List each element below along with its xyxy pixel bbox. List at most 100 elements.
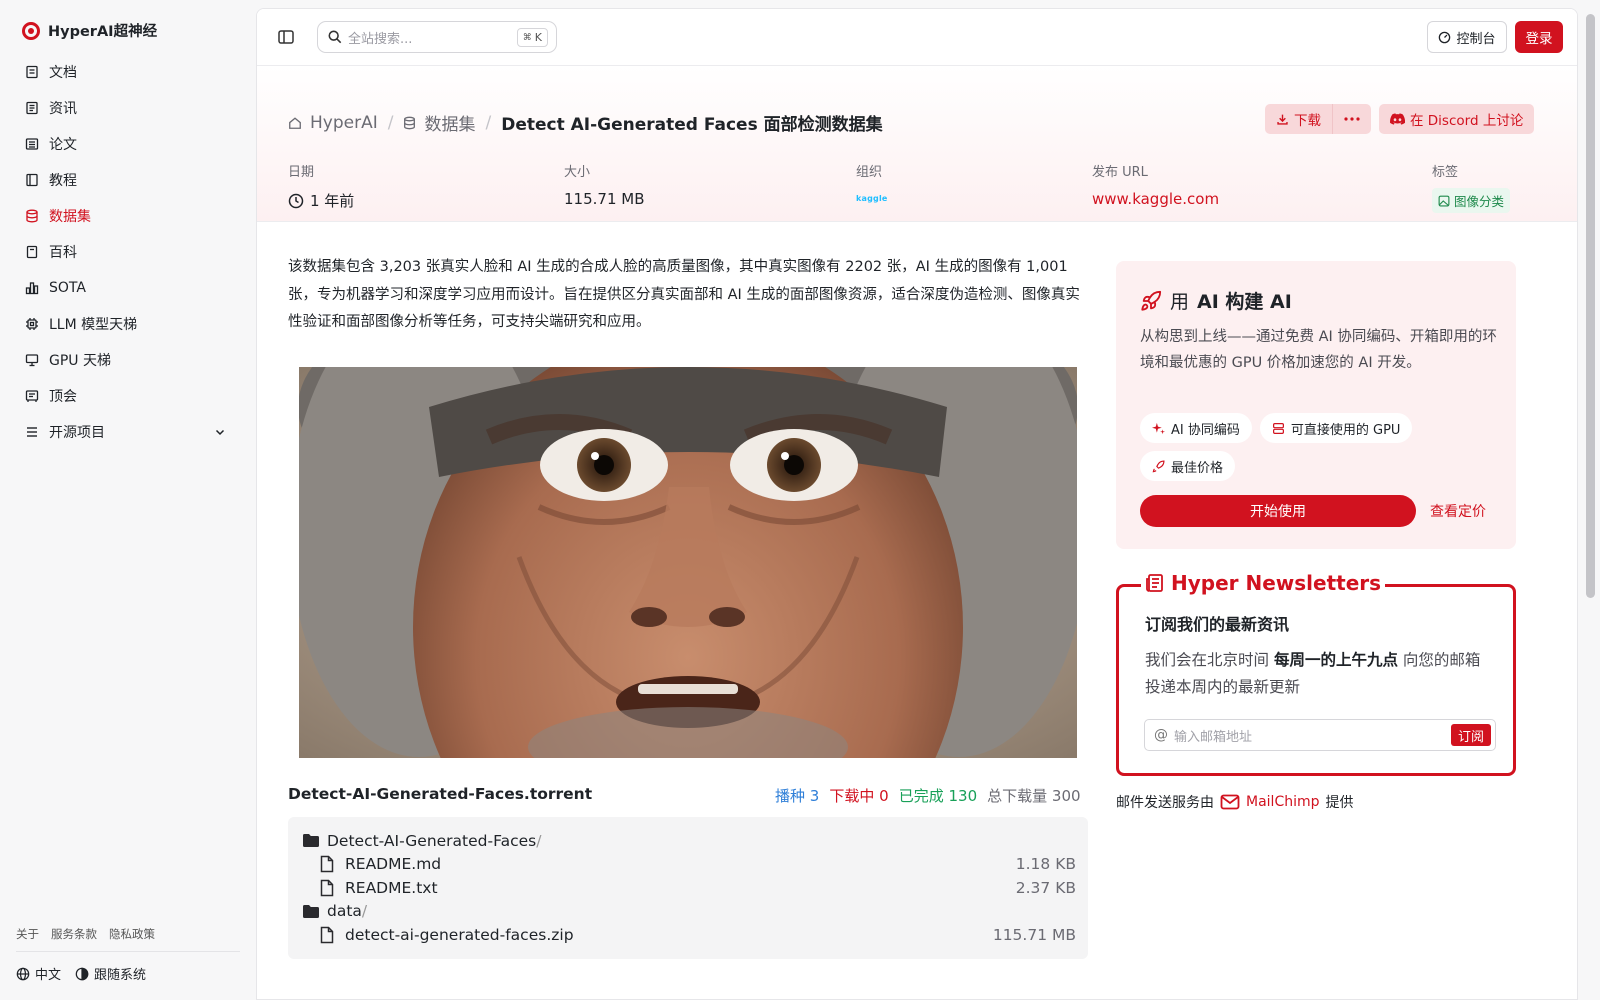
meta-size-label: 大小 [564, 165, 591, 180]
newsletter-text-part-1: 我们会在北京时间 [1145, 651, 1274, 669]
sidebar-item-cpu[interactable]: LLM 模型天梯 [14, 306, 240, 342]
search-placeholder: 全站搜索... [348, 31, 413, 47]
breadcrumb-home[interactable]: HyperAI [310, 113, 378, 133]
kaggle-logo[interactable]: kaggle [856, 194, 888, 203]
paper-icon [25, 137, 39, 151]
tag-chip[interactable]: 图像分类 [1432, 188, 1511, 213]
download-button[interactable]: 下载 [1265, 104, 1332, 134]
language-switch[interactable]: 中文 [16, 964, 61, 983]
sidebar-item-label: 百科 [49, 245, 77, 261]
file-icon [320, 926, 338, 944]
feature-chip-price: 最佳价格 [1140, 451, 1236, 481]
app-root: HyperAI超神经 文档 资讯 论文 教程 数据集 百科 SOTA LLM 模型天梯 GPU … [0, 0, 1600, 1000]
meta-date-value-wrap: 1 年前 [288, 190, 354, 211]
downloading-stat: 下载中 0 [829, 785, 888, 806]
more-actions-button[interactable] [1332, 104, 1371, 134]
language-label: 中文 [35, 968, 62, 983]
sidebar-item-document[interactable]: 文档 [14, 54, 240, 90]
sidebar-item-database[interactable]: 数据集 [14, 198, 240, 234]
promo-features: AI 协同编码 可直接使用的 GPU 最佳价格 [1140, 413, 1500, 481]
login-button[interactable]: 登录 [1515, 21, 1563, 53]
file-size: 115.71 MB [992, 925, 1076, 944]
folder-row[interactable]: Detect-AI-Generated-Faces / [302, 829, 1076, 853]
topbar: 全站搜索... ⌘ K 控制台 登录 [257, 9, 1577, 66]
sidebar-item-monitor[interactable]: GPU 天梯 [14, 342, 240, 378]
folder-row[interactable]: data / [302, 900, 1076, 924]
sidebar-item-wiki[interactable]: 百科 [14, 234, 240, 270]
brand-logo-icon [22, 21, 40, 40]
newsletter-title: Hyper Newsletters [1141, 571, 1386, 595]
get-started-button[interactable]: 开始使用 [1140, 495, 1416, 527]
search-box[interactable]: 全站搜索... ⌘ K [317, 21, 557, 53]
sidebar-item-list[interactable]: 开源项目 [14, 414, 240, 450]
dataset-header: HyperAI / 数据集 / Detect AI-Generated Face… [257, 66, 1577, 222]
file-name: detect-ai-generated-faces.zip [345, 925, 574, 944]
download-icon [1277, 114, 1288, 125]
file-row[interactable]: README.txt 2.37 KB [302, 876, 1076, 900]
sidebar-item-paper[interactable]: 论文 [14, 126, 240, 162]
terms-link[interactable]: 服务条款 [51, 926, 97, 942]
more-horizontal-icon [1344, 117, 1360, 121]
sidebar-item-label: GPU 天梯 [49, 353, 111, 369]
sidebar-footer-settings: 中文 跟随系统 [16, 964, 146, 983]
subscribe-button[interactable]: 订阅 [1450, 724, 1491, 746]
privacy-link[interactable]: 隐私政策 [109, 926, 155, 942]
bar-chart-icon [25, 281, 39, 295]
file-name: README.txt [345, 878, 438, 897]
meta-size-value: 115.71 MB [564, 190, 645, 208]
brand[interactable]: HyperAI超神经 [22, 20, 157, 41]
sidebar-item-label: 资讯 [49, 101, 77, 117]
file-row[interactable]: README.md 1.18 KB [302, 853, 1076, 877]
file-row[interactable]: detect-ai-generated-faces.zip 115.71 MB [302, 923, 1076, 947]
download-button-group: 下载 [1265, 104, 1371, 134]
promo-title: 用 AI 构建 AI [1140, 287, 1292, 314]
chevron-down-icon[interactable] [214, 426, 226, 442]
footer-divider [16, 951, 240, 952]
discord-button[interactable]: 在 Discord 上讨论 [1379, 104, 1535, 134]
console-button[interactable]: 控制台 [1427, 21, 1507, 53]
total-count: 300 [1051, 787, 1081, 805]
sidebar-item-tutorial[interactable]: 教程 [14, 162, 240, 198]
sparkles-icon [1152, 422, 1165, 434]
sidebar-item-bar-chart[interactable]: SOTA [14, 270, 240, 306]
document-icon [25, 65, 39, 79]
newsletter-heading: 订阅我们的最新资讯 [1145, 615, 1290, 634]
sidebar-item-conference[interactable]: 顶会 [14, 378, 240, 414]
breadcrumb-section[interactable]: 数据集 [424, 110, 475, 135]
meta-date-label: 日期 [288, 165, 315, 180]
list-icon [25, 425, 39, 439]
theme-switch[interactable]: 跟随系统 [75, 964, 146, 983]
torrent-filename[interactable]: Detect-AI-Generated-Faces.torrent [288, 785, 592, 803]
theme-icon [75, 967, 89, 980]
mail-credit: 邮件发送服务由 MailChimp 提供 [1116, 792, 1354, 812]
feature-chip-label: AI 协同编码 [1171, 422, 1240, 438]
email-placeholder: 输入邮箱地址 [1174, 729, 1253, 745]
tag-label: 图像分类 [1454, 194, 1505, 209]
meta-size: 大小 115.71 MB [564, 161, 645, 208]
newspaper-icon [1146, 574, 1163, 592]
sidebar-item-label: 开源项目 [49, 425, 105, 441]
brand-name: HyperAI超神经 [48, 24, 158, 40]
sidebar-item-label: 论文 [49, 137, 77, 153]
theme-label: 跟随系统 [94, 968, 147, 983]
file-icon [320, 855, 338, 873]
monitor-icon [25, 353, 39, 367]
path-separator: / [361, 902, 368, 921]
rocket-icon [1152, 459, 1165, 472]
email-field[interactable]: @ 输入邮箱地址 订阅 [1144, 719, 1496, 751]
total-stat: 总下载量 300 [987, 785, 1080, 806]
torrent-stats: 播种 3 下载中 0 已完成 130 总下载量 300 [775, 785, 1081, 806]
seed-stat-label: 播种 [775, 787, 806, 805]
sidebar-item-label: LLM 模型天梯 [49, 317, 138, 333]
sidebar-item-news[interactable]: 资讯 [14, 90, 240, 126]
about-link[interactable]: 关于 [16, 926, 39, 942]
meta-url-link[interactable]: www.kaggle.com [1092, 190, 1219, 208]
sidebar-toggle-icon[interactable] [277, 28, 295, 46]
search-icon [328, 30, 342, 44]
sidebar-item-label: 文档 [49, 65, 77, 81]
meta-tags: 标签 图像分类 [1432, 161, 1511, 213]
mailchimp-link[interactable]: MailChimp [1246, 794, 1320, 810]
scrollbar[interactable] [1586, 14, 1595, 598]
seed-count: 3 [809, 787, 820, 805]
view-pricing-link[interactable]: 查看定价 [1430, 501, 1486, 521]
